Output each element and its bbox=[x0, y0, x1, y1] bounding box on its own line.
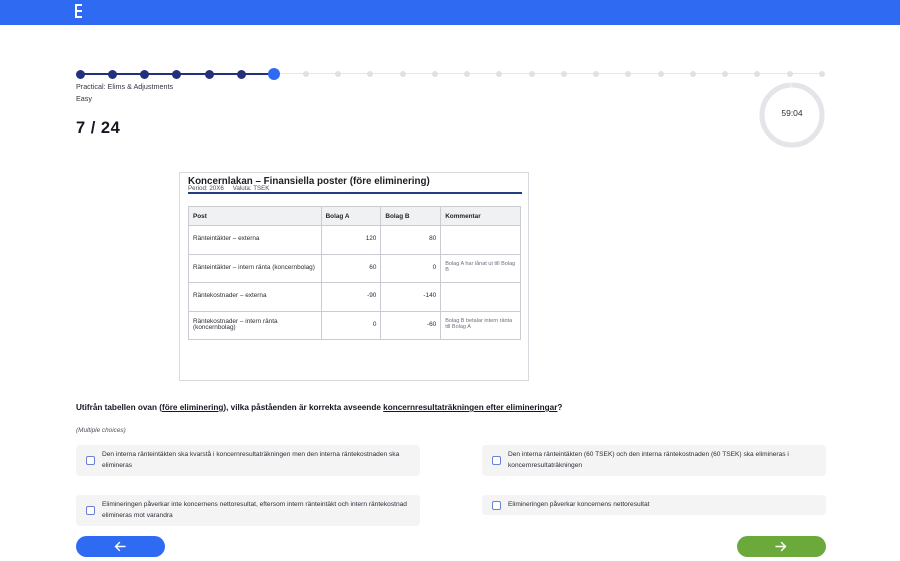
answer-label: Elimineringen påverkar koncernens nettor… bbox=[508, 500, 650, 508]
checkbox[interactable] bbox=[492, 501, 501, 510]
progress-step-todo bbox=[625, 71, 632, 77]
top-bar bbox=[0, 0, 900, 25]
document-subtitle: Period: 20X6 Valuta: TSEK bbox=[188, 185, 278, 192]
progress-step-done bbox=[75, 69, 85, 79]
cell-bolag-b: -140 bbox=[380, 282, 442, 312]
progress-step-todo bbox=[754, 71, 761, 77]
progress-step-todo bbox=[657, 71, 664, 77]
table-row: Ränteintäkter – externa 120 80 bbox=[188, 225, 521, 255]
answer-label: Den interna ränteintäkten (60 TSEK) och … bbox=[508, 450, 789, 469]
cell-bolag-b: 80 bbox=[380, 225, 442, 255]
document-period: Period: 20X6 bbox=[188, 185, 224, 192]
progress-step-todo bbox=[431, 71, 438, 77]
quiz-difficulty: Easy bbox=[76, 94, 92, 103]
arrow-right-icon bbox=[775, 541, 787, 552]
question-emphasis: före eliminering bbox=[161, 403, 224, 412]
column-header: Kommentar bbox=[440, 206, 521, 226]
cell-comment bbox=[440, 225, 521, 255]
cell-comment bbox=[440, 282, 521, 312]
progress-step-done bbox=[140, 69, 150, 79]
question-part: ), vilka påståenden är korrekta avseende bbox=[223, 403, 384, 412]
timer-text: 59:04 bbox=[781, 108, 803, 118]
checkbox[interactable] bbox=[86, 506, 95, 515]
progress-step-todo bbox=[560, 71, 567, 77]
question-part: Utifrån tabellen ovan ( bbox=[76, 403, 162, 412]
cell-bolag-a: 120 bbox=[320, 225, 382, 255]
progress-step-current bbox=[267, 68, 280, 80]
table-row: Räntekostnader – intern ränta (koncernbo… bbox=[188, 310, 521, 340]
answer-label: Elimineringen påverkar inte koncernens n… bbox=[102, 500, 407, 519]
progress-step-todo bbox=[367, 71, 374, 77]
progress-step-done bbox=[204, 69, 214, 79]
question-counter: 7 / 24 bbox=[76, 119, 121, 137]
brand-logo-icon[interactable] bbox=[75, 4, 84, 19]
cell-post: Räntekostnader – externa bbox=[188, 282, 322, 312]
progress-track-remaining bbox=[273, 73, 822, 74]
question-text: Utifrån tabellen ovan (före eliminering)… bbox=[76, 403, 562, 412]
financial-statement-image: Koncernlakan – Finansiella poster (före … bbox=[179, 172, 529, 381]
progress-step-todo bbox=[689, 71, 696, 77]
cell-comment: Bolag B betalar intern ränta till Bolag … bbox=[440, 310, 521, 340]
progress-step-todo bbox=[786, 71, 793, 77]
answer-option-2[interactable]: Den interna ränteintäkten (60 TSEK) och … bbox=[482, 445, 826, 476]
cell-bolag-a: -90 bbox=[320, 282, 382, 312]
answer-option-3[interactable]: Elimineringen påverkar inte koncernens n… bbox=[76, 495, 420, 526]
cell-post: Räntekostnader – intern ränta (koncernbo… bbox=[188, 310, 322, 340]
progress-step-todo bbox=[819, 71, 825, 77]
cell-bolag-b: 0 bbox=[380, 253, 442, 283]
answer-option-1[interactable]: Den interna ränteintäkten ska kvarstå i … bbox=[76, 445, 420, 476]
quiz-category: Practical: Elims & Adjustments bbox=[76, 82, 174, 91]
column-header: Post bbox=[188, 206, 322, 226]
checkbox[interactable] bbox=[86, 456, 95, 465]
cell-post: Ränteintäkter – externa bbox=[188, 225, 322, 255]
progress-step-todo bbox=[302, 71, 309, 77]
progress-stepper bbox=[75, 67, 825, 81]
progress-step-done bbox=[236, 69, 246, 79]
progress-step-todo bbox=[528, 71, 535, 77]
progress-step-todo bbox=[335, 71, 342, 77]
answer-option-4[interactable]: Elimineringen påverkar koncernens nettor… bbox=[482, 495, 826, 515]
financial-table: Post Bolag A Bolag B Kommentar Ränteintä… bbox=[188, 206, 521, 340]
column-header: Bolag B bbox=[380, 206, 442, 226]
progress-step-done bbox=[172, 69, 182, 79]
table-row: Räntekostnader – externa -90 -140 bbox=[188, 282, 521, 312]
next-button[interactable] bbox=[737, 536, 826, 557]
progress-step-todo bbox=[464, 71, 471, 77]
cell-bolag-b: -60 bbox=[380, 310, 442, 340]
progress-step-todo bbox=[496, 71, 503, 77]
table-header-row: Post Bolag A Bolag B Kommentar bbox=[188, 206, 521, 226]
progress-step-todo bbox=[399, 71, 406, 77]
multiple-choice-hint: (Multiple choices) bbox=[76, 427, 126, 434]
column-header: Bolag A bbox=[320, 206, 382, 226]
cell-comment: Bolag A har lånat ut till Bolag B bbox=[440, 253, 521, 283]
cell-post: Ränteintäkter – intern ränta (koncernbol… bbox=[188, 253, 322, 283]
cell-bolag-a: 60 bbox=[320, 253, 382, 283]
back-button[interactable] bbox=[76, 536, 165, 557]
arrow-left-icon bbox=[114, 541, 126, 552]
answer-label: Den interna ränteintäkten ska kvarstå i … bbox=[102, 450, 400, 469]
document-rule bbox=[188, 192, 522, 194]
question-emphasis: koncernresultaträkningen efter elimineri… bbox=[383, 403, 558, 412]
progress-step-done bbox=[107, 69, 117, 79]
progress-step-todo bbox=[593, 71, 600, 77]
progress-step-todo bbox=[722, 71, 729, 77]
question-part: ? bbox=[557, 403, 563, 412]
cell-bolag-a: 0 bbox=[320, 310, 382, 340]
checkbox[interactable] bbox=[492, 456, 501, 465]
document-currency: Valuta: TSEK bbox=[232, 185, 270, 192]
table-row: Ränteintäkter – intern ränta (koncernbol… bbox=[188, 253, 521, 283]
